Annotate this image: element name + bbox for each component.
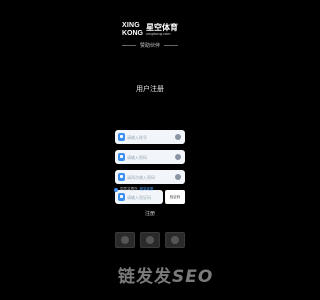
username-field[interactable] bbox=[115, 130, 185, 144]
form-title: 用户注册 bbox=[136, 85, 164, 93]
social-icon bbox=[171, 236, 179, 244]
logo-text-line2: KONG bbox=[122, 30, 143, 37]
logo-cn: 星空体育 xingkong.com bbox=[146, 23, 178, 37]
watermark-cn: 链发发 bbox=[118, 267, 172, 287]
captcha-field[interactable] bbox=[115, 190, 163, 204]
lock-icon bbox=[118, 153, 125, 161]
brand-logo: XING KONG 星空体育 xingkong.com bbox=[0, 12, 300, 38]
agree-row[interactable]: 同意并遵守 服务政策 bbox=[114, 187, 154, 192]
confirm-password-field[interactable] bbox=[115, 170, 185, 184]
captcha-image[interactable]: 验证码 bbox=[165, 190, 185, 204]
user-icon bbox=[118, 133, 125, 141]
brand-domain: xingkong.com bbox=[146, 32, 171, 36]
social-button-1[interactable] bbox=[115, 232, 135, 248]
lock-icon bbox=[118, 173, 125, 181]
captcha-row: 验证码 bbox=[115, 190, 185, 204]
password-field[interactable] bbox=[115, 150, 185, 164]
agree-checkbox[interactable] bbox=[114, 187, 118, 192]
logo-text-line1: XING bbox=[122, 22, 140, 29]
captcha-input[interactable] bbox=[127, 192, 161, 202]
confirm-password-input[interactable] bbox=[127, 172, 177, 182]
social-icon bbox=[146, 236, 154, 244]
username-input[interactable] bbox=[127, 132, 177, 142]
brand-name: 星空体育 bbox=[146, 23, 178, 32]
eye-icon[interactable] bbox=[175, 154, 181, 160]
eye-icon[interactable] bbox=[175, 174, 181, 180]
agree-label: 同意并遵守 bbox=[120, 187, 138, 191]
watermark-latin: SEO bbox=[172, 267, 214, 287]
social-button-3[interactable] bbox=[165, 232, 185, 248]
sponsor-heading: 赞助伙伴 bbox=[0, 42, 300, 49]
logo-mark: XING KONG bbox=[122, 22, 143, 38]
shield-icon bbox=[118, 193, 125, 201]
social-login-group bbox=[115, 232, 185, 248]
clear-icon[interactable] bbox=[175, 134, 181, 140]
password-input[interactable] bbox=[127, 152, 177, 162]
social-icon bbox=[121, 236, 129, 244]
social-button-2[interactable] bbox=[140, 232, 160, 248]
policy-link[interactable]: 服务政策 bbox=[140, 187, 154, 192]
register-button[interactable]: 注册 bbox=[115, 210, 185, 217]
watermark: 链发发SEO bbox=[118, 262, 213, 287]
